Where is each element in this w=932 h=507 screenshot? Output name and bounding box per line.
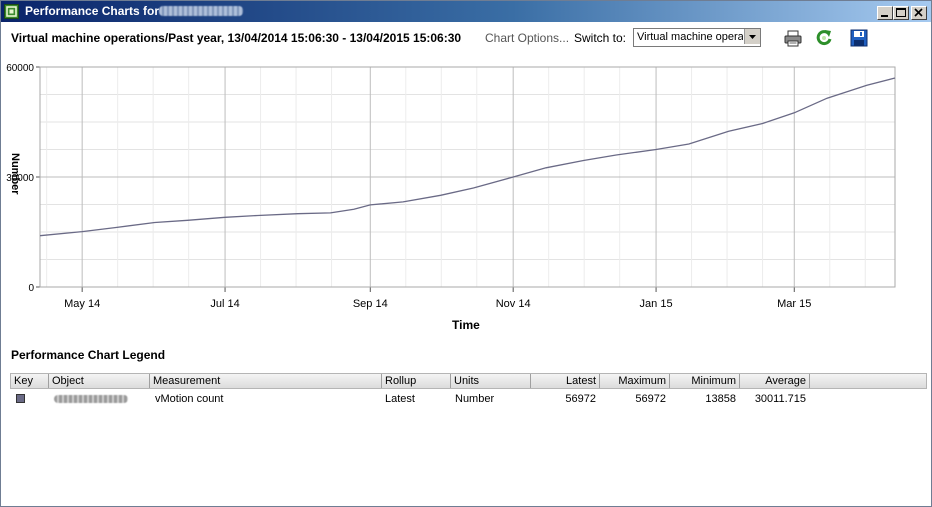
- vsphere-app-icon: [4, 4, 19, 19]
- performance-charts-window: Performance Charts for Virtual machine o…: [0, 0, 932, 507]
- col-rollup[interactable]: Rollup: [382, 374, 451, 388]
- switch-to-value: Virtual machine operations: [637, 31, 743, 43]
- cell-maximum: 56972: [635, 393, 666, 405]
- maximize-button[interactable]: [893, 6, 909, 20]
- switch-to-label: Switch to:: [574, 31, 627, 45]
- legend-title: Performance Chart Legend: [11, 348, 166, 362]
- x-tick-label: Jan 15: [640, 298, 673, 310]
- col-object[interactable]: Object: [49, 374, 150, 388]
- col-maximum[interactable]: Maximum: [600, 374, 670, 388]
- cell-average: 30011.715: [754, 393, 806, 405]
- chart-title: Virtual machine operations/Past year, 13…: [11, 31, 462, 45]
- col-minimum[interactable]: Minimum: [670, 374, 740, 388]
- refresh-icon[interactable]: [814, 28, 834, 48]
- maximize-icon: [896, 8, 906, 17]
- save-floppy-icon[interactable]: [849, 28, 869, 48]
- window-title: Performance Charts for: [25, 4, 160, 18]
- cell-rollup: Latest: [385, 393, 415, 405]
- minimize-button[interactable]: [877, 6, 893, 20]
- col-latest[interactable]: Latest: [531, 374, 600, 388]
- col-measurement[interactable]: Measurement: [150, 374, 382, 388]
- legend-header-row: Key Object Measurement Rollup Units Late…: [10, 373, 927, 389]
- series-key-swatch: [16, 394, 25, 403]
- x-tick-label: May 14: [64, 298, 100, 310]
- col-units[interactable]: Units: [451, 374, 531, 388]
- x-tick-label: Mar 15: [777, 298, 811, 310]
- y-axis-label: Number: [9, 153, 21, 195]
- legend-row[interactable]: vMotion count Latest Number 56972 56972 …: [10, 391, 925, 407]
- x-tick-label: Sep 14: [353, 298, 388, 310]
- x-tick-label: Jul 14: [210, 298, 239, 310]
- cell-measurement: vMotion count: [155, 393, 224, 405]
- chevron-down-icon[interactable]: [744, 29, 760, 44]
- y-tick-label: 60000: [6, 63, 34, 74]
- switch-to-dropdown[interactable]: Virtual machine operations: [633, 28, 761, 47]
- performance-line-chart: 03000060000May 14 Jul 14 Sep 14 Nov 14 Jan 1…: [6, 63, 896, 310]
- redacted-host-name: [159, 6, 243, 16]
- x-axis-label: Time: [452, 318, 480, 332]
- printer-icon[interactable]: [783, 28, 803, 48]
- minimize-icon: [881, 15, 888, 17]
- cell-latest: 56972: [565, 393, 596, 405]
- cell-units: Number: [455, 393, 495, 405]
- chart-options-link[interactable]: Chart Options...: [485, 31, 569, 45]
- close-button[interactable]: [911, 6, 927, 20]
- cell-minimum: 13858: [705, 393, 736, 405]
- close-icon: [914, 8, 923, 17]
- chart-header: Virtual machine operations/Past year, 13…: [1, 23, 931, 53]
- x-tick-label: Nov 14: [496, 298, 531, 310]
- y-tick-label: 0: [28, 283, 34, 294]
- redacted-object-name: [54, 395, 128, 403]
- title-bar[interactable]: Performance Charts for: [1, 1, 931, 22]
- col-average[interactable]: Average: [740, 374, 810, 388]
- chart-area: 0 30000 60000 May 14 Jul 14 Sep 14 Nov 14 Jan 1…: [1, 53, 931, 343]
- col-key[interactable]: Key: [11, 374, 49, 388]
